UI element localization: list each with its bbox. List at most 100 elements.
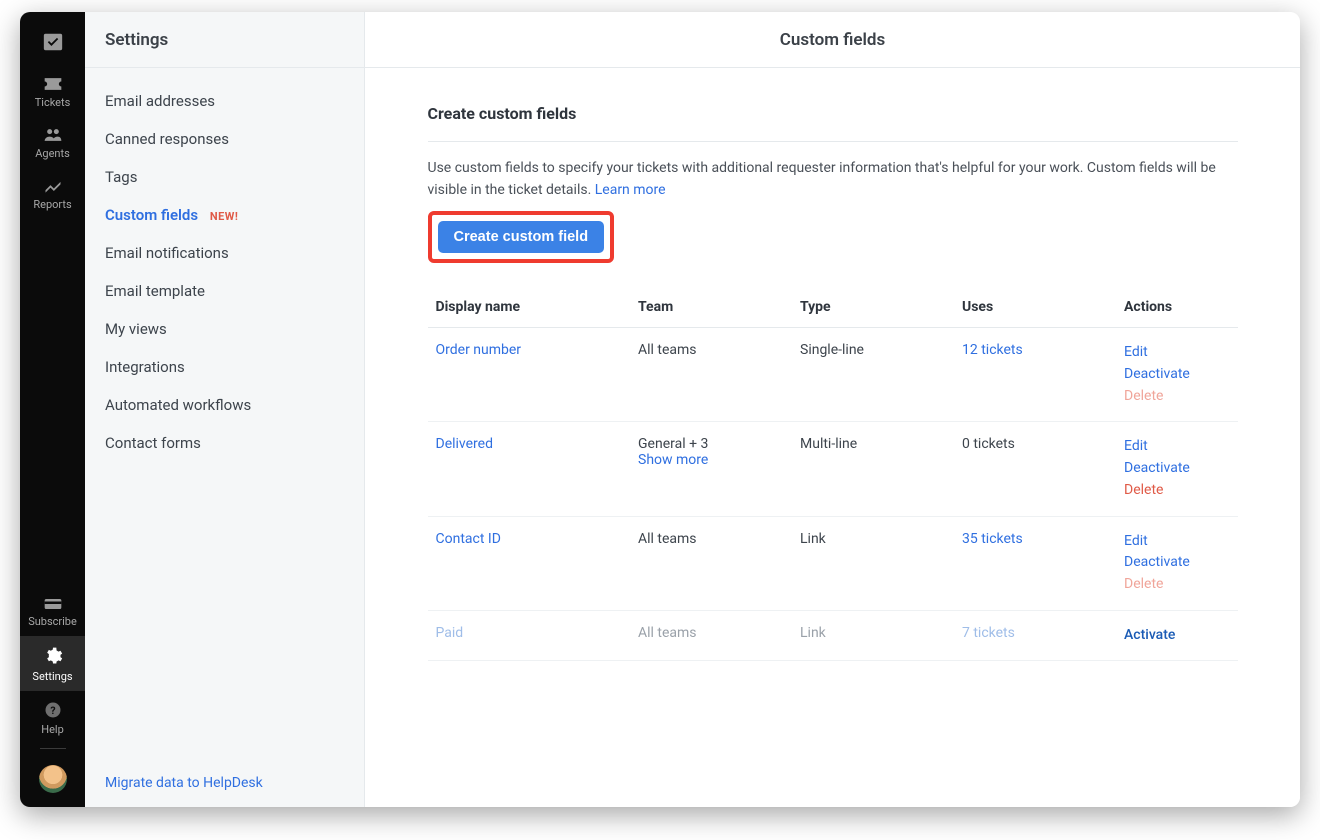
rail-item-agents[interactable]: Agents (20, 117, 85, 168)
settings-title: Settings (85, 12, 364, 68)
sidebar-item-label: Tags (105, 168, 137, 186)
help-icon: ? (44, 701, 62, 719)
action-deactivate[interactable]: Deactivate (1124, 364, 1230, 386)
rail-item-label: Tickets (35, 96, 71, 109)
custom-fields-table: Display name Team Type Uses Actions Orde… (428, 287, 1238, 661)
action-activate[interactable]: Activate (1124, 625, 1230, 647)
reports-icon (43, 178, 63, 194)
settings-sidebar: Settings Email addresses Canned response… (85, 12, 365, 807)
sidebar-item-label: Email notifications (105, 244, 229, 262)
main-panel: Custom fields Create custom fields Use c… (365, 12, 1300, 807)
sidebar-item-my-views[interactable]: My views (85, 310, 364, 348)
rail-item-label: Agents (35, 147, 70, 160)
action-edit[interactable]: Edit (1124, 436, 1230, 458)
col-header-type: Type (792, 287, 954, 328)
action-delete[interactable]: Delete (1124, 574, 1230, 596)
rail-item-label: Reports (33, 198, 71, 211)
col-header-actions: Actions (1116, 287, 1238, 328)
action-deactivate[interactable]: Deactivate (1124, 552, 1230, 574)
section-title: Create custom fields (428, 104, 1238, 123)
cell-uses: 7 tickets (954, 610, 1116, 661)
sidebar-item-label: Automated workflows (105, 396, 251, 414)
migrate-link[interactable]: Migrate data to HelpDesk (85, 759, 364, 807)
team-text: All teams (638, 531, 784, 547)
rail-divider (40, 748, 66, 749)
cell-actions: Activate (1116, 610, 1238, 661)
field-name-link[interactable]: Delivered (436, 436, 493, 452)
section-description-text: Use custom fields to specify your ticket… (428, 160, 1216, 198)
sidebar-item-email-template[interactable]: Email template (85, 272, 364, 310)
rail-item-tickets[interactable]: Tickets (20, 66, 85, 117)
col-header-uses: Uses (954, 287, 1116, 328)
cell-uses: 0 tickets (954, 422, 1116, 516)
action-edit[interactable]: Edit (1124, 342, 1230, 364)
sidebar-item-custom-fields[interactable]: Custom fields NEW! (85, 196, 364, 234)
cell-type: Link (792, 516, 954, 610)
app-logo[interactable] (20, 18, 85, 66)
learn-more-link[interactable]: Learn more (595, 182, 666, 198)
sidebar-item-label: Integrations (105, 358, 185, 376)
sidebar-item-tags[interactable]: Tags (85, 158, 364, 196)
rail-item-reports[interactable]: Reports (20, 168, 85, 219)
uses-link[interactable]: 35 tickets (962, 531, 1023, 547)
field-name-link[interactable]: Order number (436, 342, 522, 358)
table-row: Order number All teams Single-line 12 ticke… (428, 328, 1238, 422)
uses-link[interactable]: 7 tickets (962, 625, 1015, 641)
cell-actions: EditDeactivateDelete (1116, 516, 1238, 610)
sidebar-item-canned-responses[interactable]: Canned responses (85, 120, 364, 158)
rail-item-label: Help (41, 723, 64, 736)
action-delete[interactable]: Delete (1124, 480, 1230, 502)
left-rail: Tickets Agents Reports Subscribe (20, 12, 85, 807)
action-deactivate[interactable]: Deactivate (1124, 458, 1230, 480)
team-text: General + 3 (638, 436, 784, 452)
sidebar-item-label: Email addresses (105, 92, 215, 110)
rail-item-label: Subscribe (28, 615, 77, 628)
rail-item-settings[interactable]: Settings (20, 636, 85, 691)
rail-item-label: Settings (32, 670, 72, 683)
cell-team: General + 3Show more (630, 422, 792, 516)
cell-type: Multi-line (792, 422, 954, 516)
cell-actions: EditDeactivateDelete (1116, 422, 1238, 516)
uses-link[interactable]: 12 tickets (962, 342, 1023, 358)
sidebar-item-label: My views (105, 320, 167, 338)
action-delete[interactable]: Delete (1124, 386, 1230, 408)
sidebar-item-automated-workflows[interactable]: Automated workflows (85, 386, 364, 424)
table-row: DeliveredGeneral + 3Show moreMulti-line0… (428, 422, 1238, 516)
agents-icon (43, 127, 63, 143)
sidebar-item-label: Canned responses (105, 130, 229, 148)
show-more-link[interactable]: Show more (638, 452, 784, 468)
field-name-link[interactable]: Paid (436, 625, 464, 641)
card-icon (43, 597, 63, 611)
team-text: All teams (638, 625, 784, 641)
user-avatar[interactable] (39, 765, 67, 793)
team-text: All teams (638, 342, 784, 358)
table-row: Contact ID All teams Link 35 tickets EditDea… (428, 516, 1238, 610)
rail-item-help[interactable]: ? Help (20, 691, 85, 744)
cell-team: All teams (630, 610, 792, 661)
sidebar-item-contact-forms[interactable]: Contact forms (85, 424, 364, 462)
sidebar-item-email-addresses[interactable]: Email addresses (85, 82, 364, 120)
action-edit[interactable]: Edit (1124, 531, 1230, 553)
cell-team: All teams (630, 516, 792, 610)
sidebar-item-email-notifications[interactable]: Email notifications (85, 234, 364, 272)
cell-team: All teams (630, 328, 792, 422)
migrate-link-label: Migrate data to HelpDesk (105, 775, 263, 791)
cell-uses: 35 tickets (954, 516, 1116, 610)
new-badge: NEW! (210, 210, 239, 223)
field-name-link[interactable]: Contact ID (436, 531, 501, 547)
table-row: Paid All teams Link 7 tickets Activate (428, 610, 1238, 661)
page-title: Custom fields (365, 12, 1300, 68)
ticket-icon (43, 76, 63, 92)
sidebar-item-integrations[interactable]: Integrations (85, 348, 364, 386)
create-custom-field-button[interactable]: Create custom field (438, 221, 605, 253)
cell-uses: 12 tickets (954, 328, 1116, 422)
create-button-highlight: Create custom field (428, 211, 615, 263)
section-divider (428, 141, 1238, 142)
rail-item-subscribe[interactable]: Subscribe (20, 587, 85, 636)
svg-text:?: ? (50, 704, 55, 717)
logo-check-icon (42, 31, 64, 53)
col-header-name: Display name (428, 287, 631, 328)
cell-type: Link (792, 610, 954, 661)
sidebar-item-label: Custom fields (105, 206, 198, 224)
cell-type: Single-line (792, 328, 954, 422)
